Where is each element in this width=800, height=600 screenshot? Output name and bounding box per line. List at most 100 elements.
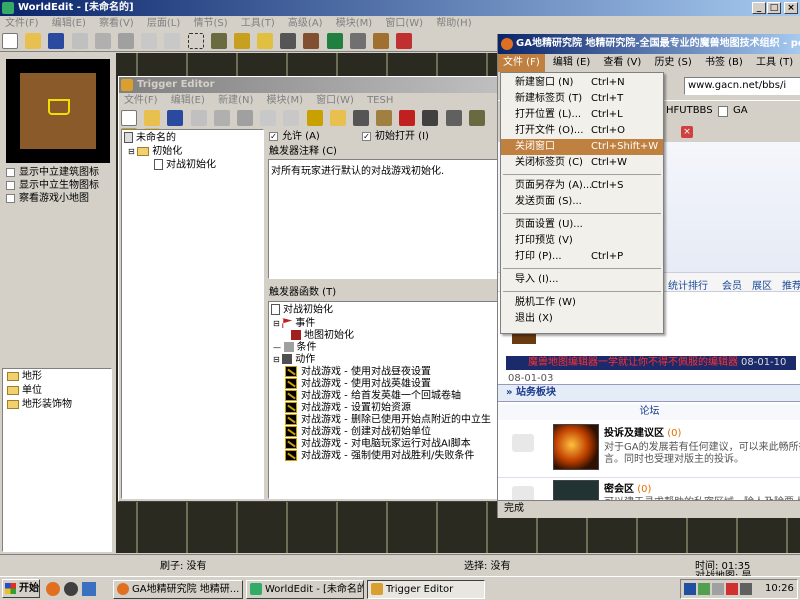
close-tab-icon[interactable]: ×: [681, 126, 693, 138]
checkbox[interactable]: [6, 193, 15, 203]
maximize-button[interactable]: □: [767, 2, 781, 14]
menu-new-tab[interactable]: 新建标签页 (T) Ctrl+T: [501, 91, 663, 107]
nav-link-gallery[interactable]: 展区: [752, 277, 772, 292]
new-comment-icon[interactable]: [376, 110, 393, 126]
action-icon[interactable]: [445, 110, 462, 126]
action-item[interactable]: 对战游戏 - 设置初始资源: [285, 402, 499, 414]
volume-icon[interactable]: [740, 583, 752, 595]
action-item[interactable]: 对战游戏 - 给首发英雄一个回城卷轴: [285, 390, 499, 402]
close-button[interactable]: ×: [784, 2, 798, 14]
copy-icon[interactable]: [213, 110, 230, 126]
te-menu-file[interactable]: 文件(F): [119, 93, 163, 108]
undo-icon[interactable]: [260, 110, 277, 126]
menu-scenario[interactable]: 情节(S): [188, 16, 232, 31]
unit-icon[interactable]: [280, 33, 297, 49]
bookmark-hfutbbs[interactable]: HFUTBBS: [666, 105, 713, 116]
checkbox[interactable]: [6, 167, 15, 177]
browser-menu-view[interactable]: 查看 (V): [598, 54, 646, 72]
task-trigger-editor[interactable]: Trigger Editor: [367, 580, 485, 599]
function-trigger-name[interactable]: 对战初始化: [271, 304, 497, 316]
checkbox[interactable]: ✓: [362, 131, 371, 141]
quicklaunch-desktop-icon[interactable]: [82, 582, 96, 596]
condition-icon[interactable]: [422, 110, 439, 126]
menu-open-file[interactable]: 打开文件 (O)... Ctrl+O: [501, 123, 663, 139]
palette-item-units[interactable]: 单位: [7, 385, 107, 397]
initially-on-checkbox[interactable]: ✓ 初始打开 (I): [362, 131, 429, 143]
object-editor-icon[interactable]: [373, 33, 389, 49]
menu-exit[interactable]: 退出 (X): [501, 311, 663, 327]
menu-print[interactable]: 打印 (P)... Ctrl+P: [501, 249, 663, 265]
menu-import[interactable]: 导入 (I)...: [501, 272, 663, 288]
save-icon[interactable]: [167, 110, 184, 126]
clock[interactable]: 10:26: [765, 583, 794, 594]
nav-link-members[interactable]: 会员: [722, 277, 742, 292]
start-button[interactable]: 开始: [2, 579, 40, 598]
open-icon[interactable]: [144, 110, 161, 126]
nav-link-ranking[interactable]: 统计排行: [668, 277, 708, 292]
menu-send-page[interactable]: 发送页面 (S)...: [501, 194, 663, 210]
redo-icon[interactable]: [283, 110, 300, 126]
menu-tools[interactable]: 工具(T): [236, 16, 280, 31]
action-item[interactable]: 对战游戏 - 创建对战初始单位: [285, 426, 499, 438]
menu-work-offline[interactable]: 脱机工作 (W): [501, 295, 663, 311]
menu-window[interactable]: 窗口(W): [380, 16, 428, 31]
event-flag-icon[interactable]: [399, 110, 416, 126]
forum-row[interactable]: 投诉及建议区 (0) 对于GA的发展若有任何建议，可以来此畅所欲 言。同时也受理…: [498, 420, 800, 478]
browser-menu-bookmarks[interactable]: 书签 (B): [700, 54, 748, 72]
menu-page-setup[interactable]: 页面设置 (U)...: [501, 217, 663, 233]
task-worldedit[interactable]: WorldEdit - [未命名的]: [246, 580, 364, 599]
minimize-button[interactable]: _: [752, 2, 766, 14]
tray-icon[interactable]: [726, 583, 738, 595]
action-item[interactable]: 对战游戏 - 对电脑玩家运行对战AI脚本: [285, 438, 499, 450]
browser-menu-tools[interactable]: 工具 (T): [751, 54, 798, 72]
tray-icon[interactable]: [684, 583, 696, 595]
cut-icon[interactable]: [190, 110, 207, 126]
menu-new-window[interactable]: 新建窗口 (N) Ctrl+N: [501, 75, 663, 91]
menu-layer[interactable]: 层面(L): [142, 16, 185, 31]
marquee-bar[interactable]: 魔兽地图编辑器一学就让你不得不佩服的编辑器 08-01-10: [506, 356, 796, 370]
palette-item-doodads[interactable]: 地形装饰物: [7, 399, 107, 411]
menu-advanced[interactable]: 高级(A): [283, 16, 328, 31]
sound-icon[interactable]: [257, 33, 274, 49]
option-game-minimap[interactable]: 察看游戏小地图: [6, 193, 89, 205]
actions-node[interactable]: ⊟ 动作: [273, 354, 497, 366]
terrain-icon[interactable]: [210, 33, 227, 49]
paste-icon[interactable]: [117, 33, 134, 49]
te-menu-new[interactable]: 新建(N): [213, 93, 258, 108]
trigger-editor-titlebar[interactable]: Trigger Editor: [119, 77, 502, 93]
conditions-node[interactable]: — 条件: [273, 342, 497, 354]
menu-save-page[interactable]: 页面另存为 (A)... Ctrl+S: [501, 178, 663, 194]
menu-print-preview[interactable]: 打印预览 (V): [501, 233, 663, 249]
gold-icon[interactable]: [233, 33, 250, 49]
enabled-checkbox[interactable]: ✓ 允许 (A): [269, 131, 320, 143]
forum-row[interactable]: 密会区 (0) 可以建于寻求帮助的私密区域，除人及除要人物: [498, 478, 800, 502]
palette-item-terrain[interactable]: 地形: [7, 371, 107, 383]
trigger-functions-tree[interactable]: 对战初始化 ⊟ 事件 地图初始化 — 条件 ⊟ 动作 对战游戏 - 使用对战昼夜…: [268, 301, 500, 499]
select-icon[interactable]: [187, 33, 204, 49]
action-item[interactable]: 对战游戏 - 删除已使用开始点附近的中立生: [285, 414, 499, 426]
doodad-icon[interactable]: [303, 33, 320, 49]
bookmark-ga[interactable]: GA: [733, 105, 748, 116]
redo-icon[interactable]: [164, 33, 181, 49]
menu-view[interactable]: 察看(V): [94, 16, 139, 31]
menu-file[interactable]: 文件(F): [0, 16, 44, 31]
save-icon[interactable]: [48, 33, 65, 49]
checkbox[interactable]: [6, 180, 15, 190]
action-item[interactable]: 对战游戏 - 使用对战昼夜设置: [285, 366, 499, 378]
region-icon[interactable]: [326, 33, 343, 49]
te-menu-module[interactable]: 模块(M): [262, 93, 308, 108]
events-node[interactable]: ⊟ 事件: [273, 318, 497, 330]
te-menu-edit[interactable]: 编辑(E): [166, 93, 210, 108]
tree-root[interactable]: 未命名的: [124, 132, 261, 144]
variables-icon[interactable]: [306, 110, 323, 126]
menu-module[interactable]: 模块(M): [331, 16, 377, 31]
open-icon[interactable]: [25, 33, 42, 49]
tree-category[interactable]: ⊟ 初始化: [128, 146, 261, 158]
new-category-icon[interactable]: [329, 110, 346, 126]
new-icon[interactable]: [121, 110, 137, 126]
tray-icon[interactable]: [698, 583, 710, 595]
splitter[interactable]: [268, 281, 500, 286]
tree-trigger[interactable]: 对战初始化: [154, 159, 261, 171]
browser-titlebar[interactable]: GA地精研究院 地精研究院-全国最专业的魔兽地图技术组织 - pow: [498, 34, 800, 54]
checkbox[interactable]: ✓: [269, 131, 278, 141]
